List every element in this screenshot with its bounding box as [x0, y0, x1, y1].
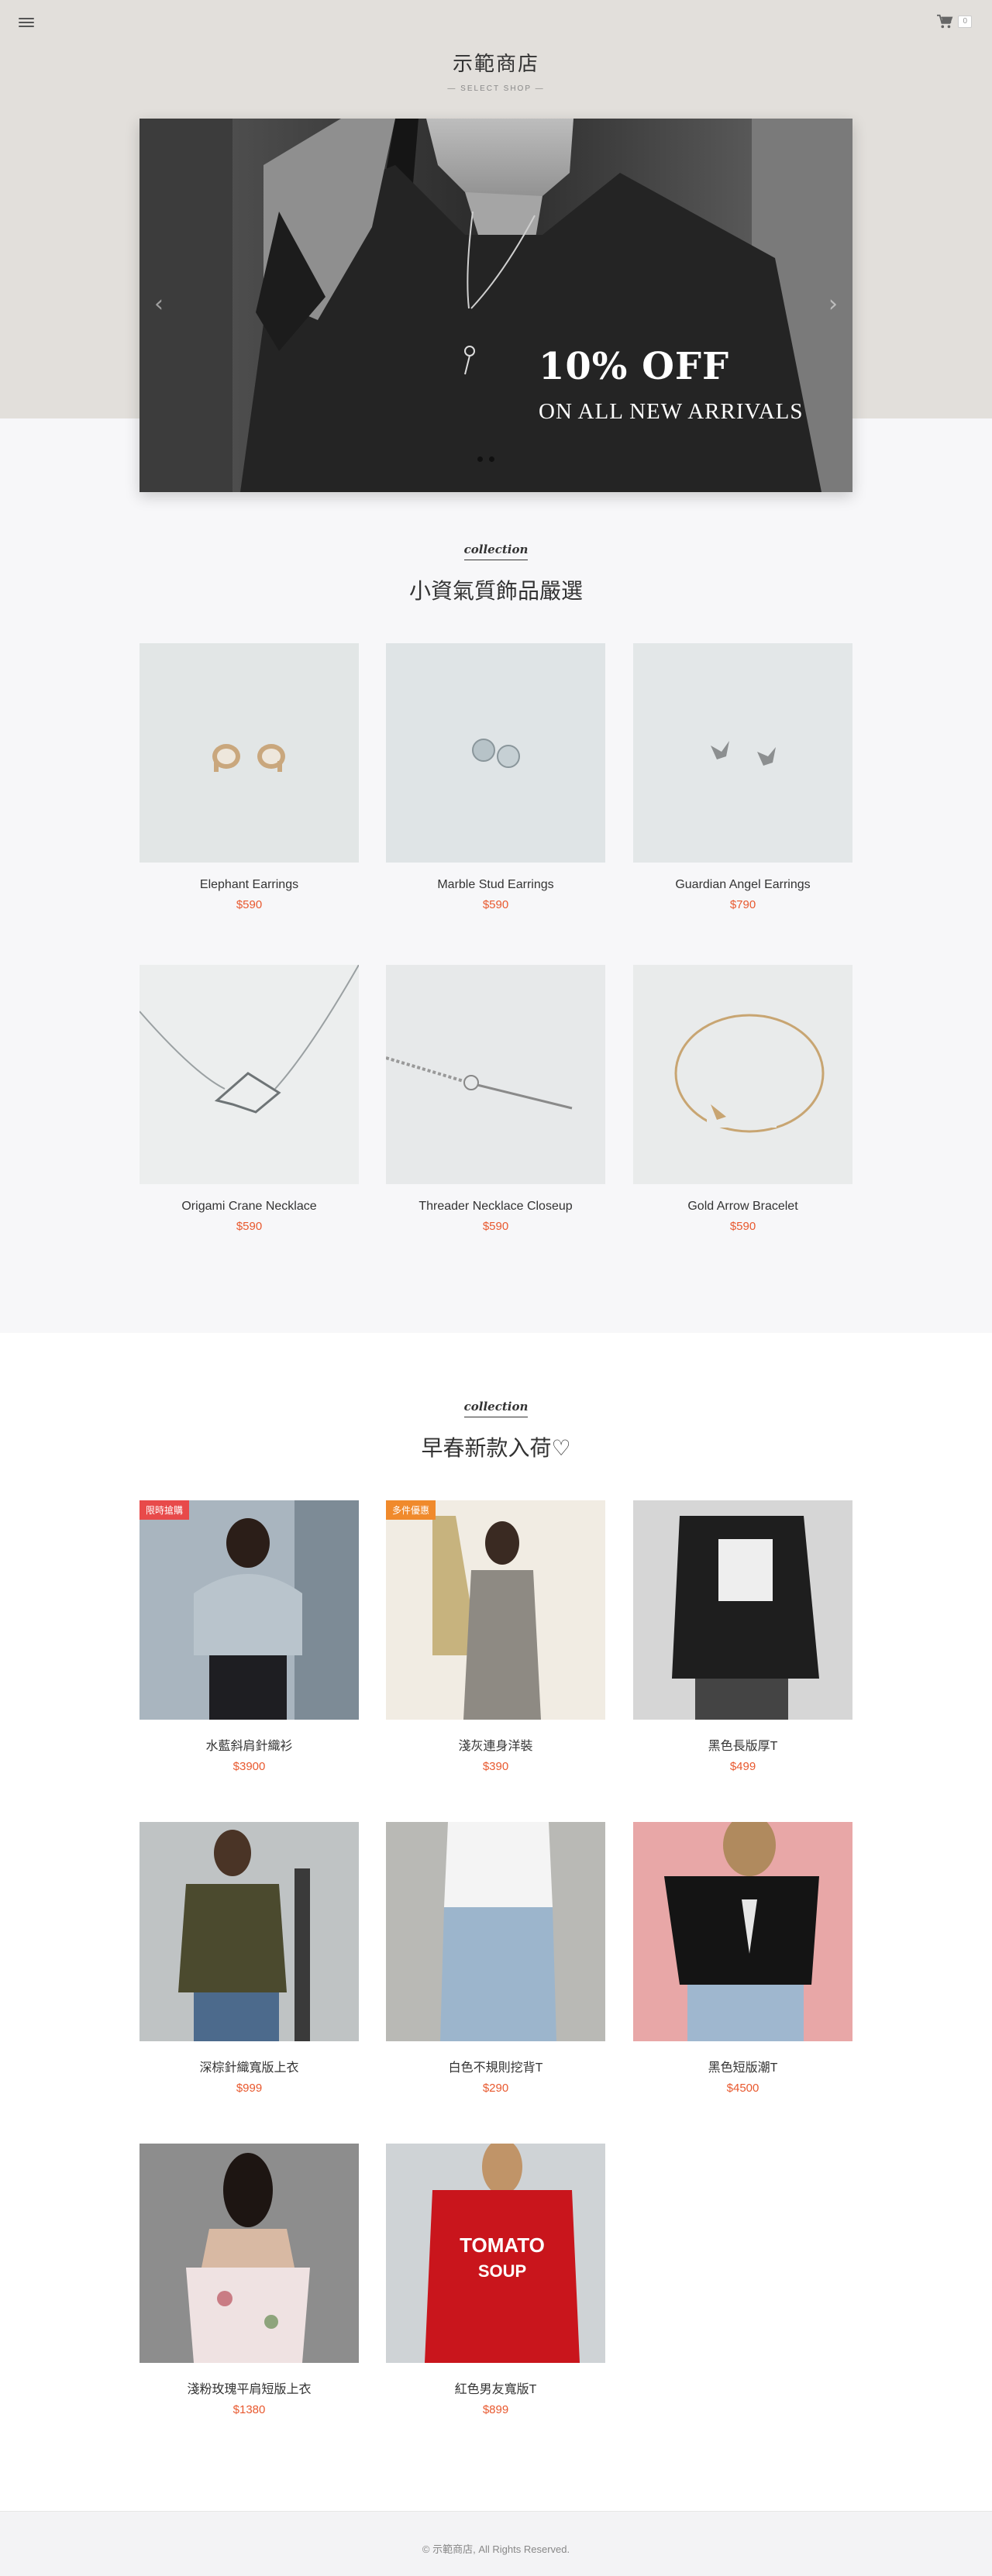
- section-title: 早春新款入荷♡: [421, 1435, 571, 1461]
- product-image[interactable]: TOMATO SOUP: [386, 2144, 605, 2363]
- product-image[interactable]: [386, 643, 605, 863]
- product-price: $590: [729, 1220, 756, 1233]
- product-name[interactable]: 紅色男友寬版T: [386, 2378, 605, 2397]
- carousel-prev-arrow[interactable]: ‹: [147, 291, 170, 322]
- product-price: $590: [482, 1220, 509, 1233]
- product-card[interactable]: Origami Crane Necklace $590: [140, 965, 359, 1233]
- product-card[interactable]: 多件優惠 淺灰連身洋裝 $390: [386, 1500, 605, 1773]
- product-image[interactable]: [140, 965, 359, 1184]
- product-name[interactable]: 水藍斜肩針織衫: [140, 1735, 359, 1754]
- product-price: $790: [729, 898, 756, 911]
- product-price: $4500: [726, 2082, 760, 2095]
- product-card[interactable]: 黑色短版潮T $4500: [633, 1822, 852, 2095]
- product-image[interactable]: [140, 1822, 359, 2041]
- footer: © 示範商店, All Rights Reserved.: [0, 2511, 992, 2576]
- product-card[interactable]: Threader Necklace Closeup $590: [386, 965, 605, 1233]
- collection1-header: collection 小資氣質飾品嚴選: [0, 542, 992, 605]
- product-name[interactable]: 黑色短版潮T: [633, 2057, 852, 2075]
- product-name[interactable]: 黑色長版厚T: [633, 1735, 852, 1754]
- product-name[interactable]: Marble Stud Earrings: [386, 878, 605, 892]
- product-name[interactable]: 深棕針織寬版上衣: [140, 2057, 359, 2075]
- product-image[interactable]: [633, 965, 852, 1184]
- sale-badge: 限時搶購: [140, 1500, 190, 1520]
- product-price: $1380: [232, 2403, 266, 2416]
- product-image[interactable]: [386, 1822, 605, 2041]
- product-price: $899: [482, 2403, 509, 2416]
- brand-name[interactable]: 示範商店: [0, 48, 992, 77]
- product-price: $3900: [232, 1760, 266, 1773]
- brand-subtitle: — SELECT SHOP —: [447, 84, 545, 93]
- hero-model-image: [140, 119, 852, 492]
- product-name[interactable]: Elephant Earrings: [140, 878, 359, 892]
- carousel-dot[interactable]: [489, 456, 494, 462]
- product-price: $590: [236, 1220, 263, 1233]
- product-card[interactable]: Gold Arrow Bracelet $590: [633, 965, 852, 1233]
- svg-text:SOUP: SOUP: [478, 2261, 526, 2281]
- carousel-next-arrow[interactable]: ›: [822, 291, 845, 322]
- section-tag: collection: [463, 1400, 529, 1417]
- section-title: 小資氣質飾品嚴選: [408, 578, 583, 604]
- product-price: $590: [236, 898, 263, 911]
- product-card[interactable]: TOMATO SOUP 紅色男友寬版T $899: [386, 2144, 605, 2416]
- carousel-dot[interactable]: [477, 456, 483, 462]
- product-name[interactable]: Origami Crane Necklace: [140, 1200, 359, 1214]
- product-price: $290: [482, 2082, 509, 2095]
- shopping-cart-icon: [937, 14, 953, 29]
- section-tag: collection: [463, 542, 529, 560]
- product-card[interactable]: 淺粉玫瑰平肩短版上衣 $1380: [140, 2144, 359, 2416]
- product-image[interactable]: [633, 1822, 852, 2041]
- product-card[interactable]: 限時搶購 水藍斜肩針織衫 $3900: [140, 1500, 359, 1773]
- product-image[interactable]: [140, 643, 359, 863]
- promo-badge: 多件優惠: [386, 1500, 436, 1520]
- hero-carousel[interactable]: ‹ › 10% OFF ON ALL NEW ARRIVALS: [140, 119, 852, 492]
- product-name[interactable]: Guardian Angel Earrings: [633, 878, 852, 892]
- product-price: $499: [729, 1760, 756, 1773]
- brand: 示範商店 — SELECT SHOP —: [0, 48, 992, 93]
- product-image[interactable]: [633, 1500, 852, 1720]
- product-name[interactable]: Threader Necklace Closeup: [386, 1200, 605, 1214]
- product-name[interactable]: 淺灰連身洋裝: [386, 1735, 605, 1754]
- product-card[interactable]: 黑色長版厚T $499: [633, 1500, 852, 1773]
- product-card[interactable]: 白色不規則挖背T $290: [386, 1822, 605, 2095]
- product-card[interactable]: Elephant Earrings $590: [140, 643, 359, 911]
- product-name[interactable]: 白色不規則挖背T: [386, 2057, 605, 2075]
- product-price: $390: [482, 1760, 509, 1773]
- hero-subtitle: ON ALL NEW ARRIVALS: [539, 399, 804, 424]
- product-image[interactable]: 限時搶購: [140, 1500, 359, 1720]
- hero-title: 10% OFF: [539, 345, 730, 388]
- product-price: $999: [236, 2082, 263, 2095]
- copyright-text: © 示範商店, All Rights Reserved.: [422, 2543, 570, 2555]
- product-image[interactable]: 多件優惠: [386, 1500, 605, 1720]
- product-card[interactable]: Guardian Angel Earrings $790: [633, 643, 852, 911]
- product-card[interactable]: Marble Stud Earrings $590: [386, 643, 605, 911]
- cart-button[interactable]: 0: [936, 14, 972, 29]
- product-name[interactable]: 淺粉玫瑰平肩短版上衣: [140, 2378, 359, 2397]
- product-image[interactable]: [633, 643, 852, 863]
- product-name[interactable]: Gold Arrow Bracelet: [633, 1200, 852, 1214]
- svg-text:TOMATO: TOMATO: [460, 2233, 545, 2257]
- product-image[interactable]: [386, 965, 605, 1184]
- product-price: $590: [482, 898, 509, 911]
- cart-count-badge: 0: [958, 15, 972, 28]
- carousel-dots: [477, 456, 494, 462]
- hamburger-menu-icon[interactable]: [19, 15, 34, 29]
- product-card[interactable]: 深棕針織寬版上衣 $999: [140, 1822, 359, 2095]
- product-image[interactable]: [140, 2144, 359, 2363]
- collection2-header: collection 早春新款入荷♡: [0, 1400, 992, 1462]
